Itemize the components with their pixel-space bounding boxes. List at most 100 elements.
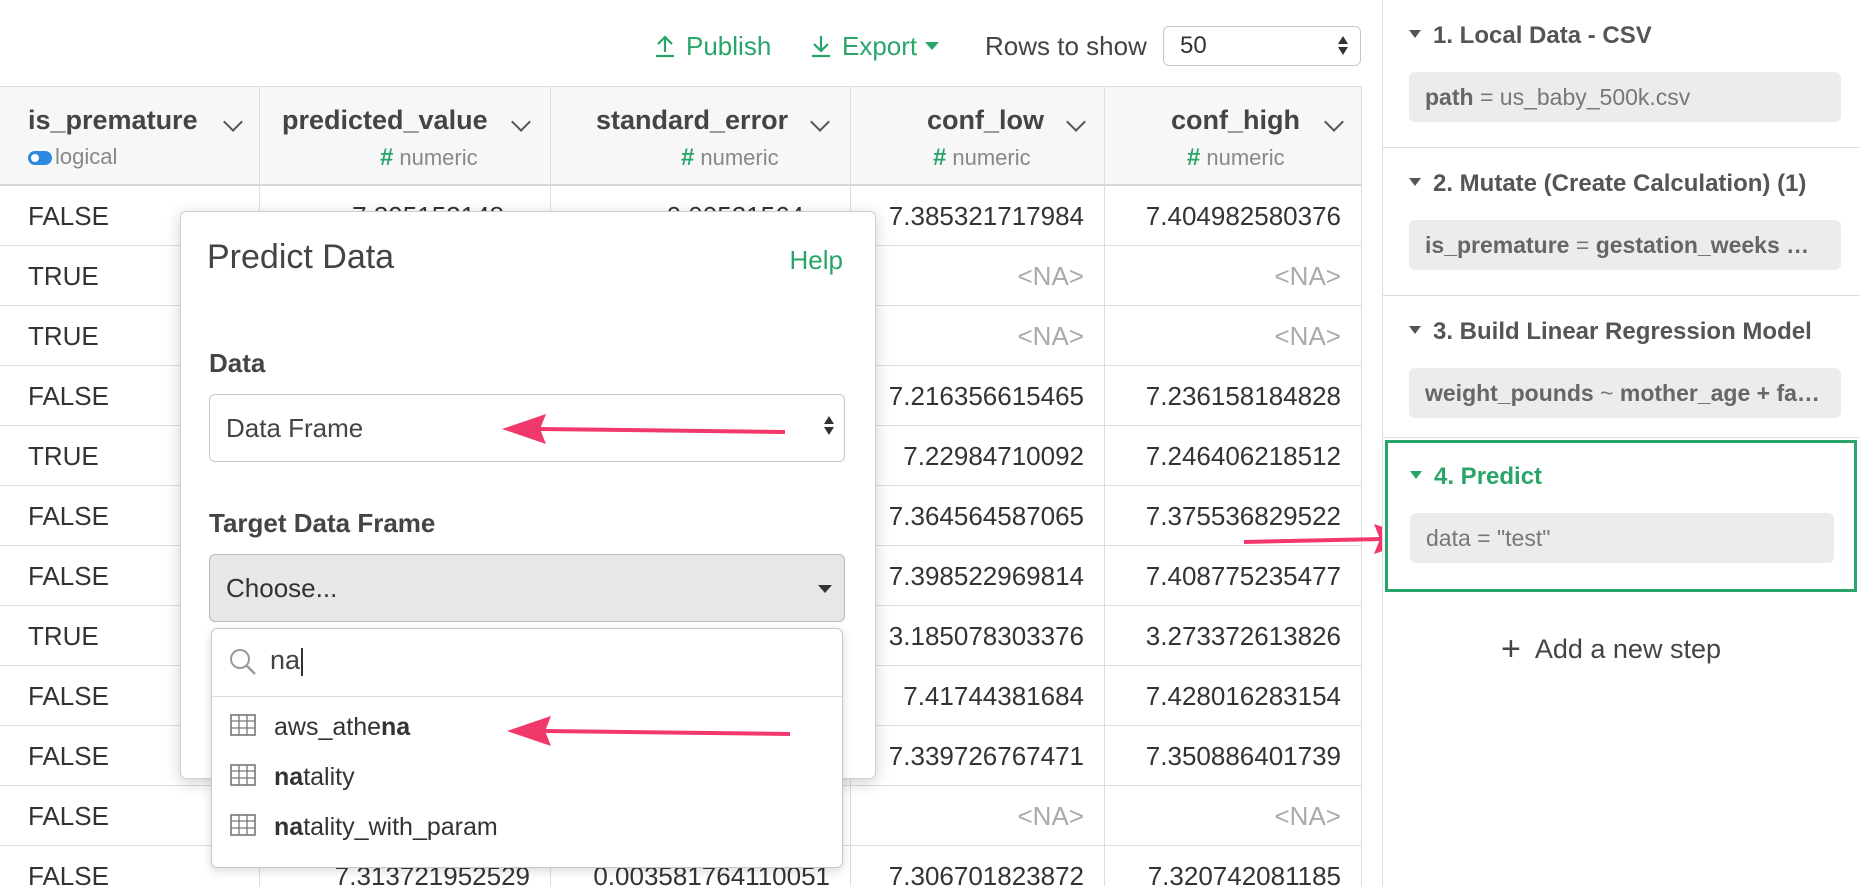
column-type-label: numeric	[1206, 145, 1285, 170]
hash-icon: #	[380, 144, 394, 171]
column-header-is-premature[interactable]: is_premature logical	[0, 87, 260, 187]
table-cell: 7.364564587065	[851, 486, 1105, 546]
dropdown-search-input[interactable]: na	[212, 629, 842, 697]
plus-icon: +	[1501, 630, 1521, 668]
step-title-text: 3. Build Linear Regression Model	[1433, 318, 1812, 345]
table-cell: <NA>	[1105, 306, 1362, 366]
table-cell: 7.22984710092	[851, 426, 1105, 486]
annotation-arrow-data-select	[502, 414, 786, 444]
caret-down-icon	[1409, 29, 1421, 38]
table-cell: <NA>	[851, 246, 1105, 306]
table-cell: <NA>	[1105, 246, 1362, 306]
chevron-down-icon[interactable]	[810, 112, 830, 132]
step-summary[interactable]: path = us_baby_500k.csv	[1409, 72, 1841, 122]
search-value: na	[270, 645, 301, 675]
table-icon	[230, 764, 256, 786]
chevron-down-icon[interactable]	[1324, 112, 1344, 132]
table-cell: <NA>	[1105, 786, 1362, 846]
caret-down-icon	[1409, 325, 1421, 334]
step-build-linear-regression[interactable]: 3. Build Linear Regression Model weight_…	[1383, 296, 1860, 438]
search-text: na	[270, 645, 304, 676]
option-suffix: tality_with_param	[303, 813, 498, 841]
table-cell: <NA>	[851, 306, 1105, 366]
step-predict[interactable]: 4. Predict data = "test"	[1385, 440, 1857, 592]
option-label: natality	[274, 763, 355, 792]
publish-label: Publish	[686, 30, 772, 61]
grid-header: is_premature logical predicted_value # nu…	[0, 86, 1362, 187]
chevron-down-icon[interactable]	[223, 112, 243, 132]
step-param-op: =	[1470, 525, 1497, 551]
main-area: Publish Export Rows to show 50 is_premat…	[0, 0, 1418, 886]
publish-button[interactable]: Publish	[654, 26, 771, 66]
caret-down-icon	[1410, 470, 1422, 479]
caret-down-icon	[925, 42, 940, 50]
text-cursor	[301, 647, 304, 676]
step-summary[interactable]: weight_pounds ~ mother_age + fa…	[1409, 368, 1841, 418]
step-param-value: us_baby_500k.csv	[1499, 84, 1691, 110]
steps-sidebar: 1. Local Data - CSV path = us_baby_500k.…	[1382, 0, 1860, 886]
add-step-button[interactable]: + Add a new step	[1501, 628, 1721, 668]
select-arrows-icon	[1338, 36, 1348, 55]
chevron-down-icon[interactable]	[1066, 112, 1086, 132]
step-title: 2. Mutate (Create Calculation) (1)	[1409, 170, 1806, 198]
chevron-down-icon[interactable]	[511, 112, 531, 132]
rows-to-show-value: 50	[1180, 32, 1207, 59]
step-summary[interactable]: is_premature = gestation_weeks …	[1409, 220, 1841, 270]
table-icon	[230, 814, 256, 836]
table-cell: 7.306701823872	[851, 846, 1105, 886]
column-type: logical	[28, 144, 117, 170]
hash-icon: #	[1187, 144, 1201, 171]
table-cell: 7.428016283154	[1105, 666, 1362, 726]
column-name: predicted_value	[282, 105, 488, 135]
caret-down-icon	[818, 585, 832, 593]
step-title-text: 4. Predict	[1434, 463, 1543, 490]
table-cell: 7.339726767471	[851, 726, 1105, 786]
column-type-label: numeric	[700, 145, 779, 170]
option-match: na	[381, 713, 411, 741]
dropdown-option[interactable]: natality_with_param	[212, 801, 842, 851]
search-icon	[230, 649, 256, 675]
step-title-text: 2. Mutate (Create Calculation) (1)	[1433, 170, 1807, 197]
column-header-standard-error[interactable]: standard_error # numeric	[551, 87, 851, 187]
help-link[interactable]: Help	[790, 245, 843, 276]
column-name: is_premature	[28, 105, 198, 135]
step-local-data-csv[interactable]: 1. Local Data - CSV path = us_baby_500k.…	[1383, 0, 1860, 148]
column-type: # numeric	[681, 144, 779, 172]
column-name: conf_low	[927, 105, 1045, 135]
target-data-frame-label: Target Data Frame	[209, 508, 436, 538]
step-param-value: gestation_weeks …	[1595, 232, 1810, 258]
table-cell: 3.185078303376	[851, 606, 1105, 666]
step-param-value: mother_age + fa…	[1619, 380, 1820, 406]
option-label: natality_with_param	[274, 813, 498, 842]
step-title-text: 1. Local Data - CSV	[1433, 22, 1652, 49]
table-cell: 7.320742081185	[1105, 846, 1362, 886]
rows-to-show-label: Rows to show	[985, 31, 1147, 61]
column-type: # numeric	[1187, 144, 1285, 172]
download-icon	[812, 36, 830, 58]
column-header-predicted-value[interactable]: predicted_value # numeric	[260, 87, 551, 187]
step-mutate[interactable]: 2. Mutate (Create Calculation) (1) is_pr…	[1383, 148, 1860, 296]
step-param-op: ~	[1593, 380, 1620, 406]
step-param-op: =	[1473, 84, 1500, 110]
add-step-label: Add a new step	[1534, 634, 1721, 664]
export-button[interactable]: Export	[810, 26, 940, 66]
rows-to-show-select[interactable]: 50	[1163, 26, 1361, 66]
step-title: 4. Predict	[1410, 463, 1542, 491]
step-param-key: path	[1425, 84, 1474, 110]
step-title: 3. Build Linear Regression Model	[1409, 318, 1812, 346]
annotation-arrow-aws-athena	[507, 716, 791, 746]
upload-icon	[656, 35, 674, 58]
dropdown-option[interactable]: natality	[212, 751, 842, 801]
column-type: # numeric	[933, 144, 1031, 172]
select-arrows-icon	[824, 416, 834, 435]
hash-icon: #	[933, 144, 947, 171]
column-header-conf-low[interactable]: conf_low # numeric	[851, 87, 1105, 187]
option-suffix: tality	[303, 763, 355, 791]
step-param-key: weight_pounds	[1425, 380, 1594, 406]
target-data-frame-select[interactable]: Choose...	[209, 554, 845, 622]
step-summary[interactable]: data = "test"	[1410, 513, 1834, 563]
column-header-conf-high[interactable]: conf_high # numeric	[1105, 87, 1362, 187]
step-param-key: data	[1426, 525, 1471, 551]
table-cell: 3.273372613826	[1105, 606, 1362, 666]
column-type-label: numeric	[399, 145, 478, 170]
